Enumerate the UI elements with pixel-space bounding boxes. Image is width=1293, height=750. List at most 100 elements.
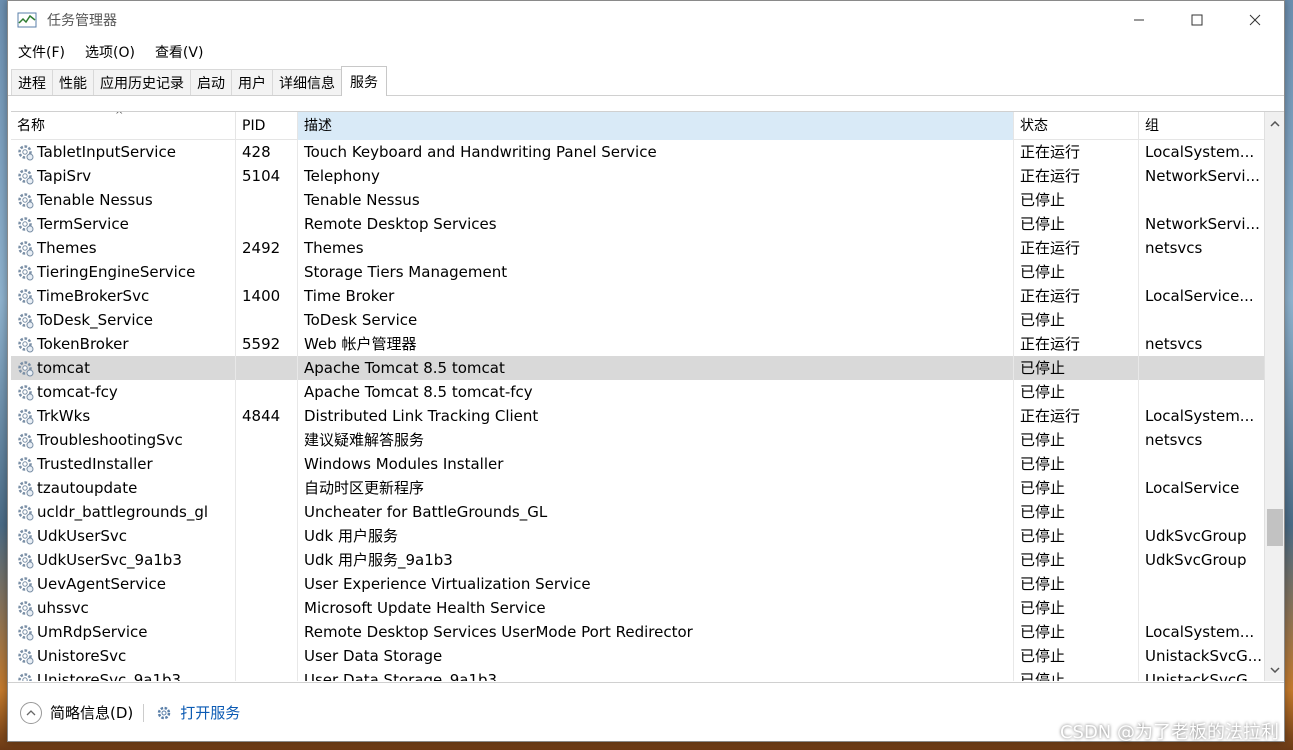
pid-cell: 5104 — [236, 164, 298, 188]
tab-services[interactable]: 服务 — [341, 66, 387, 96]
description-cell: 建议疑难解答服务 — [298, 428, 1014, 452]
tab-app-history[interactable]: 应用历史记录 — [93, 69, 191, 95]
table-row[interactable]: tomcat Apache Tomcat 8.5 tomcat 已停止 — [11, 356, 1284, 380]
column-header-pid[interactable]: PID — [236, 112, 298, 140]
open-services-link[interactable]: 打开服务 — [154, 702, 240, 723]
table-row[interactable]: uhssvc Microsoft Update Health Service 已停止 — [11, 596, 1284, 620]
fewer-details-button[interactable]: 简略信息(D) — [20, 701, 133, 724]
service-name-cell: TokenBroker — [11, 332, 236, 356]
table-row[interactable]: UmRdpService Remote Desktop Services User… — [11, 620, 1284, 644]
column-header-name[interactable]: 名称 ^ — [11, 112, 236, 140]
service-gear-icon — [15, 334, 35, 354]
service-name: TapiSrv — [37, 167, 92, 185]
description-cell: Storage Tiers Management — [298, 260, 1014, 284]
pid-cell — [236, 380, 298, 404]
vertical-scrollbar[interactable] — [1264, 112, 1284, 681]
service-name: TabletInputService — [37, 143, 176, 161]
open-services-label: 打开服务 — [180, 704, 241, 722]
table-row[interactable]: UnistoreSvc User Data Storage 已停止 UnistackS… — [11, 644, 1284, 668]
table-row[interactable]: TroubleshootingSvc 建议疑难解答服务 已停止 netsvcs — [11, 428, 1284, 452]
service-name-cell: UdkUserSvc_9a1b3 — [11, 548, 236, 572]
tab-users[interactable]: 用户 — [231, 69, 273, 95]
maximize-button[interactable] — [1168, 1, 1226, 39]
table-row[interactable]: TabletInputService 428 Touch Keyboard and … — [11, 140, 1284, 164]
column-header-status[interactable]: 状态 — [1014, 112, 1139, 140]
scroll-down-arrow-icon[interactable] — [1265, 660, 1284, 680]
tab-processes[interactable]: 进程 — [11, 69, 53, 95]
status-cell: 已停止 — [1014, 428, 1139, 452]
table-row[interactable]: TieringEngineService Storage Tiers Manage… — [11, 260, 1284, 284]
table-row[interactable]: tzautoupdate 自动时区更新程序 已停止 LocalService — [11, 476, 1284, 500]
table-row[interactable]: UnistoreSvc_9a1b3 User Data Storage_9a1b3… — [11, 668, 1284, 681]
service-gear-icon — [15, 262, 35, 282]
group-cell — [1139, 356, 1267, 380]
service-name: UmRdpService — [37, 623, 148, 641]
menu-options[interactable]: 选项(O) — [83, 42, 137, 62]
service-gear-icon — [15, 310, 35, 330]
description-cell: Themes — [298, 236, 1014, 260]
service-name-cell: UnistoreSvc — [11, 644, 236, 668]
close-button[interactable] — [1226, 1, 1284, 39]
pid-cell — [236, 644, 298, 668]
service-gear-icon — [15, 166, 35, 186]
description-cell: Apache Tomcat 8.5 tomcat — [298, 356, 1014, 380]
service-gear-icon — [15, 286, 35, 306]
status-cell: 正在运行 — [1014, 164, 1139, 188]
service-gear-icon — [15, 478, 35, 498]
table-row[interactable]: UevAgentService User Experience Virtualiz… — [11, 572, 1284, 596]
status-cell: 已停止 — [1014, 524, 1139, 548]
table-row[interactable]: ucldr_battlegrounds_gl Uncheater for Batt… — [11, 500, 1284, 524]
description-cell: Microsoft Update Health Service — [298, 596, 1014, 620]
description-cell: Remote Desktop Services — [298, 212, 1014, 236]
window-title: 任务管理器 — [47, 13, 117, 29]
table-row[interactable]: ToDesk_Service ToDesk Service 已停止 — [11, 308, 1284, 332]
table-row[interactable]: UdkUserSvc Udk 用户服务 已停止 UdkSvcGroup — [11, 524, 1284, 548]
pid-cell — [236, 668, 298, 681]
status-cell: 已停止 — [1014, 644, 1139, 668]
group-cell: netsvcs — [1145, 239, 1203, 257]
status-cell: 正在运行 — [1014, 404, 1139, 428]
table-row[interactable]: TermService Remote Desktop Services 已停止 Net… — [11, 212, 1284, 236]
menu-file[interactable]: 文件(F) — [16, 42, 67, 62]
table-row[interactable]: Tenable Nessus Tenable Nessus 已停止 — [11, 188, 1284, 212]
minimize-button[interactable] — [1110, 1, 1168, 39]
table-row[interactable]: TapiSrv 5104 Telephony 正在运行 NetworkServi... — [11, 164, 1284, 188]
service-name-cell: tzautoupdate — [11, 476, 236, 500]
service-name: Tenable Nessus — [37, 191, 153, 209]
service-name: tzautoupdate — [37, 479, 138, 497]
service-gear-icon — [15, 670, 35, 681]
group-cell — [1139, 188, 1267, 212]
table-row[interactable]: TimeBrokerSvc 1400 Time Broker 正在运行 LocalSer… — [11, 284, 1284, 308]
table-row[interactable]: tomcat-fcy Apache Tomcat 8.5 tomcat-fcy 已停… — [11, 380, 1284, 404]
table-row[interactable]: TokenBroker 5592 Web 帐户管理器 正在运行 netsvcs — [11, 332, 1284, 356]
task-manager-icon — [17, 11, 39, 29]
group-cell — [1139, 452, 1267, 476]
service-gear-icon — [15, 550, 35, 570]
pid-cell — [236, 476, 298, 500]
tab-startup[interactable]: 启动 — [190, 69, 232, 95]
description-cell: Uncheater for BattleGrounds_GL — [298, 500, 1014, 524]
scrollbar-thumb[interactable] — [1267, 509, 1283, 546]
service-name: TimeBrokerSvc — [37, 287, 150, 305]
pid-cell — [236, 548, 298, 572]
table-row[interactable]: TrustedInstaller Windows Modules Installe… — [11, 452, 1284, 476]
menu-view[interactable]: 查看(V) — [153, 42, 206, 62]
service-gear-icon — [15, 622, 35, 642]
column-header-description[interactable]: 描述 — [298, 112, 1014, 140]
pid-cell: 2492 — [236, 236, 298, 260]
service-name-cell: Tenable Nessus — [11, 188, 236, 212]
tab-details[interactable]: 详细信息 — [272, 69, 342, 95]
column-header-group[interactable]: 组 — [1139, 112, 1267, 140]
table-row[interactable]: Themes 2492 Themes 正在运行 netsvcs — [11, 236, 1284, 260]
status-cell: 已停止 — [1014, 308, 1139, 332]
table-row[interactable]: UdkUserSvc_9a1b3 Udk 用户服务_9a1b3 已停止 UdkSvcG… — [11, 548, 1284, 572]
tab-performance[interactable]: 性能 — [52, 69, 94, 95]
description-cell: Tenable Nessus — [298, 188, 1014, 212]
service-name-cell: UevAgentService — [11, 572, 236, 596]
service-name: UnistoreSvc_9a1b3 — [37, 671, 182, 681]
scroll-up-arrow-icon[interactable] — [1265, 114, 1284, 134]
pid-cell — [236, 620, 298, 644]
table-row[interactable]: TrkWks 4844 Distributed Link Tracking Clie… — [11, 404, 1284, 428]
description-cell: Windows Modules Installer — [298, 452, 1014, 476]
services-table: 名称 ^ PID 描述 状态 组 TabletInputService 428 To… — [11, 111, 1284, 681]
